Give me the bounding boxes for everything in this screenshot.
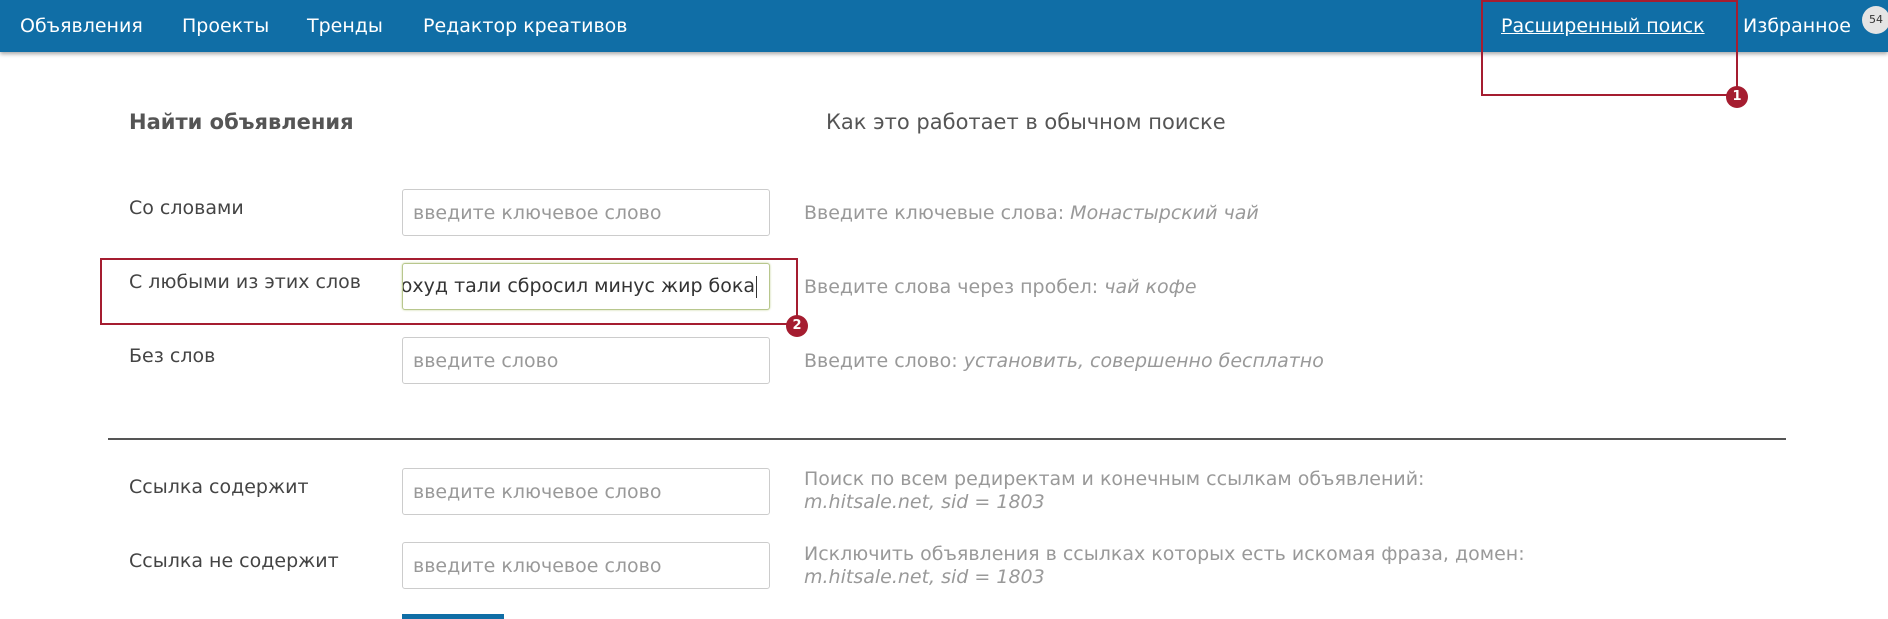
help-title: Как это работает в обычном поиске <box>826 110 1226 134</box>
favorites-count-badge: 54 <box>1862 6 1888 34</box>
nav-item-advanced-search[interactable]: Расширенный поиск <box>1501 15 1705 37</box>
page-title: Найти объявления <box>129 110 354 134</box>
link-not-contains-input[interactable] <box>402 542 770 589</box>
with-words-label: Со словами <box>129 197 244 219</box>
nav-item-favorites[interactable]: Избранное <box>1743 15 1851 37</box>
link-contains-label: Ссылка содержит <box>129 476 309 498</box>
without-words-hint: Введите слово: установить, совершенно бе… <box>804 350 1324 373</box>
link-contains-hint-example: m.hitsale.net, sid = 1803 <box>804 491 1045 513</box>
link-not-contains-hint: Исключить объявления в ссылках которых е… <box>804 543 1525 589</box>
without-words-input[interactable] <box>402 337 770 384</box>
any-words-hint: Введите слова через пробел: чай кофе <box>804 276 1197 299</box>
link-not-contains-hint-example: m.hitsale.net, sid = 1803 <box>804 566 1045 588</box>
without-words-hint-text: Введите слово: <box>804 350 958 372</box>
with-words-hint-text: Введите ключевые слова: <box>804 202 1065 224</box>
link-contains-input[interactable] <box>402 468 770 515</box>
any-words-input-value: охуд тали сбросил минус жир бока <box>402 275 755 297</box>
link-not-contains-label: Ссылка не содержит <box>129 550 339 572</box>
section-divider <box>108 438 1786 440</box>
without-words-label: Без слов <box>129 345 216 367</box>
nav-item-trends[interactable]: Тренды <box>307 15 383 37</box>
nav-item-creative-editor[interactable]: Редактор креативов <box>423 15 628 37</box>
nav-item-ads[interactable]: Объявления <box>20 15 143 37</box>
link-contains-hint: Поиск по всем редиректам и конечным ссыл… <box>804 468 1424 514</box>
text-caret <box>756 275 757 298</box>
any-words-input[interactable]: охуд тали сбросил минус жир бока <box>402 263 770 310</box>
link-contains-hint-line1: Поиск по всем редиректам и конечным ссыл… <box>804 468 1425 490</box>
without-words-hint-example: установить, совершенно бесплатно <box>963 350 1324 372</box>
annotation-marker-1: 1 <box>1726 86 1748 108</box>
top-nav-bar: Объявления Проекты Тренды Редактор креат… <box>0 0 1888 52</box>
link-not-contains-hint-line1: Исключить объявления в ссылках которых е… <box>804 543 1525 565</box>
any-words-hint-text: Введите слова через пробел: <box>804 276 1099 298</box>
any-words-label: С любыми из этих слов <box>129 271 361 293</box>
with-words-hint-example: Монастырский чай <box>1070 202 1259 224</box>
nav-item-projects[interactable]: Проекты <box>182 15 269 37</box>
with-words-input[interactable] <box>402 189 770 236</box>
with-words-hint: Введите ключевые слова: Монастырский чай <box>804 202 1259 225</box>
search-button[interactable] <box>402 614 504 619</box>
annotation-marker-2: 2 <box>786 315 808 337</box>
any-words-hint-example: чай кофе <box>1104 276 1197 298</box>
